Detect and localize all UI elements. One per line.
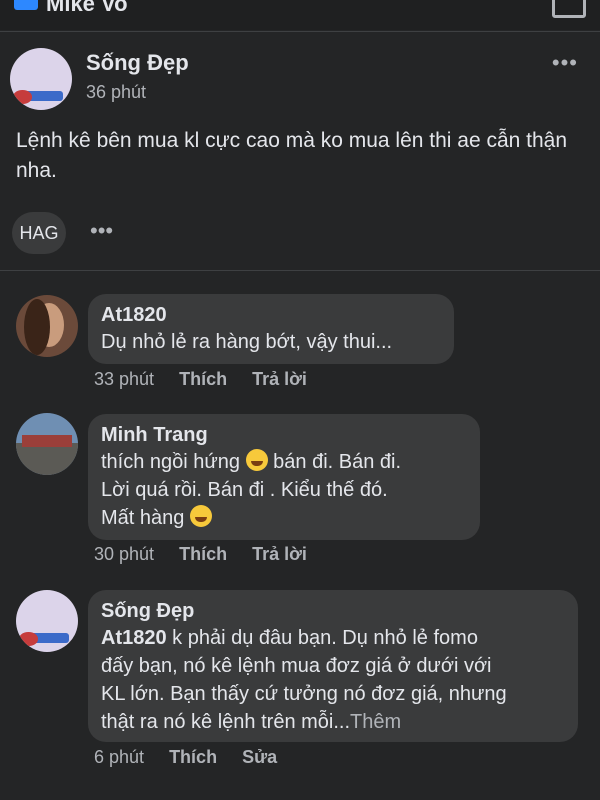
post-author-avatar[interactable] — [10, 48, 72, 110]
like-thumb-icon[interactable] — [552, 0, 586, 18]
comment-time[interactable]: 33 phút — [94, 369, 154, 389]
comment-text-part: thật ra nó kê lệnh trên mỗi... — [101, 711, 351, 733]
comment-bubble[interactable]: Minh Trang thích ngồi hứng bán đi. Bán đ… — [88, 414, 480, 540]
comment-actions: 30 phút Thích Trả lời — [94, 544, 327, 565]
post-timestamp[interactable]: 36 phút — [86, 82, 146, 103]
top-bar: Mike Vo — [0, 0, 600, 30]
laughing-tears-emoji-icon — [245, 449, 268, 471]
comment-text-line: Lời quá rồi. Bán đi . Kiểu thế đó. — [101, 479, 388, 501]
commenter-avatar[interactable] — [16, 590, 78, 652]
post-body-text: Lệnh kê bên mua kl cực cao mà ko mua lên… — [16, 129, 568, 182]
more-options-icon[interactable]: ••• — [552, 50, 578, 76]
like-button[interactable]: Thích — [179, 369, 227, 389]
edit-button[interactable]: Sửa — [242, 747, 277, 767]
comment-text-line: Mất hàng — [101, 504, 466, 532]
reply-button[interactable]: Trả lời — [252, 369, 307, 389]
like-button[interactable]: Thích — [169, 747, 217, 767]
avatar-hair — [24, 299, 50, 355]
post-author-name[interactable]: Sống Đẹp — [86, 50, 189, 76]
comment-text-line: At1820 k phải dụ đâu bạn. Dụ nhỏ lẻ fomo — [101, 624, 564, 652]
chip-more-icon[interactable]: ••• — [90, 218, 113, 244]
comment-text-line: thích ngồi hứng bán đi. Bán đi. — [101, 448, 466, 476]
comment-text-part: thích ngồi hứng — [101, 451, 241, 473]
commenter-avatar[interactable] — [16, 413, 78, 475]
hashtag-chip[interactable]: HAG — [12, 212, 66, 254]
profile-badge-icon — [14, 0, 38, 10]
commenter-avatar[interactable] — [16, 295, 78, 357]
comment-author[interactable]: Sống Đẹp — [101, 598, 564, 624]
comment-time[interactable]: 6 phút — [94, 747, 144, 767]
section-divider — [0, 270, 600, 271]
comment-text-line: thật ra nó kê lệnh trên mỗi...Thêm — [101, 708, 564, 736]
divider — [0, 31, 600, 32]
comment-text-part: bán đi. Bán đi. — [273, 451, 402, 473]
comment-text-part: Mất hàng — [101, 507, 185, 529]
comment-bubble[interactable]: Sống Đẹp At1820 k phải dụ đâu bạn. Dụ nh… — [88, 590, 578, 742]
grinning-squint-emoji-icon — [189, 505, 212, 527]
avatar-roof — [22, 435, 72, 447]
see-more-link[interactable]: Thêm — [350, 711, 401, 733]
reply-button[interactable]: Trả lời — [252, 544, 307, 564]
comment-actions: 33 phút Thích Trả lời — [94, 369, 327, 390]
avatar-landscape — [16, 443, 78, 475]
avatar-decoration — [19, 632, 38, 646]
comment-text-part: k phải dụ đâu bạn. Dụ nhỏ lẻ fomo — [172, 627, 478, 649]
comment-author[interactable]: At1820 — [101, 302, 440, 328]
comment-actions: 6 phút Thích Sửa — [94, 747, 297, 768]
comment-bubble[interactable]: At1820 Dụ nhỏ lẻ ra hàng bớt, vậy thui..… — [88, 294, 454, 364]
comment-text: Dụ nhỏ lẻ ra hàng bớt, vậy thui... — [101, 331, 393, 353]
top-bar-name[interactable]: Mike Vo — [46, 0, 128, 17]
like-button[interactable]: Thích — [179, 544, 227, 564]
comment-text-line: đấy bạn, nó kê lệnh mua đơz giá ở dưới v… — [101, 655, 492, 677]
avatar-decoration — [13, 90, 32, 104]
mention-link[interactable]: At1820 — [101, 627, 167, 649]
comment-text-line: KL lớn. Bạn thấy cứ tưởng nó đơz giá, nh… — [101, 683, 507, 705]
comment-time[interactable]: 30 phút — [94, 544, 154, 564]
comment-author[interactable]: Minh Trang — [101, 422, 466, 448]
